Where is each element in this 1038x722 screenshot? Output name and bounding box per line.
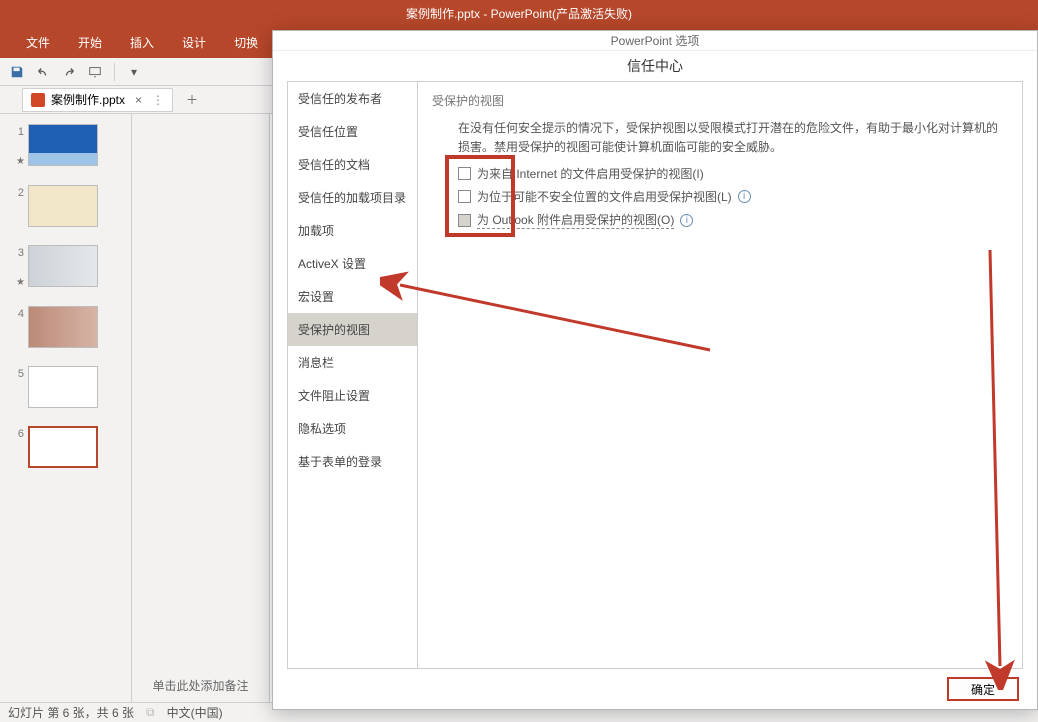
- save-icon[interactable]: [6, 61, 28, 83]
- dialog-content: 受保护的视图 在没有任何安全提示的情况下，受保护视图以受限模式打开潜在的危险文件…: [418, 82, 1022, 668]
- tab-transition[interactable]: 切换: [220, 28, 272, 58]
- info-icon[interactable]: i: [680, 214, 693, 227]
- nav-item[interactable]: 文件阻止设置: [288, 379, 417, 412]
- notes-placeholder: 单击此处添加备注: [152, 677, 248, 694]
- checkbox[interactable]: [458, 167, 471, 180]
- checkbox-row[interactable]: 为 Outlook 附件启用受保护的视图(O) i: [458, 211, 1008, 229]
- slide-thumbnail[interactable]: [28, 426, 98, 468]
- thumb-star-icon: [16, 440, 24, 458]
- thumb-star-icon: [16, 320, 24, 338]
- thumb-number: 2: [8, 185, 24, 199]
- dialog-body: 受信任的发布者受信任位置受信任的文档受信任的加载项目录加载项ActiveX 设置…: [287, 81, 1023, 669]
- ok-button[interactable]: 确定: [947, 677, 1019, 701]
- slide-thumbnail[interactable]: [28, 245, 98, 287]
- thumb-row[interactable]: 5: [0, 362, 131, 422]
- dialog-footer: 确定: [273, 669, 1037, 709]
- redo-icon[interactable]: [58, 61, 80, 83]
- thumb-number: 1: [8, 124, 24, 138]
- document-tab-label: 案例制作.pptx: [51, 91, 125, 108]
- dialog-title: 信任中心: [273, 51, 1037, 81]
- document-tab[interactable]: 案例制作.pptx × ⋮: [22, 88, 173, 112]
- slide-thumbnails-panel: 1★23★456: [0, 114, 132, 702]
- slide-counter: 幻灯片 第 6 张，共 6 张: [8, 704, 134, 721]
- checkbox-row[interactable]: 为来自 Internet 的文件启用受保护的视图(I): [458, 165, 1008, 182]
- checkbox[interactable]: [458, 214, 471, 227]
- slide-thumbnail[interactable]: [28, 185, 98, 227]
- nav-item[interactable]: 消息栏: [288, 346, 417, 379]
- notes-pane[interactable]: 单击此处添加备注: [132, 114, 270, 702]
- thumb-row[interactable]: 4: [0, 302, 131, 362]
- thumb-row[interactable]: 2: [0, 181, 131, 241]
- slide-thumbnail[interactable]: [28, 366, 98, 408]
- thumb-star-icon: [16, 380, 24, 398]
- thumb-row[interactable]: 1★: [0, 120, 131, 181]
- slide-thumbnail[interactable]: [28, 306, 98, 348]
- nav-item[interactable]: 受信任的加载项目录: [288, 181, 417, 214]
- thumb-number: 3: [8, 245, 24, 259]
- section-heading: 受保护的视图: [432, 92, 1008, 109]
- thumb-row[interactable]: 6: [0, 422, 131, 482]
- checkbox-row[interactable]: 为位于可能不安全位置的文件启用受保护视图(L) i: [458, 188, 1008, 205]
- checkbox[interactable]: [458, 190, 471, 203]
- dialog-window-title: PowerPoint 选项: [273, 31, 1037, 51]
- nav-item[interactable]: ActiveX 设置: [288, 247, 417, 280]
- thumb-row[interactable]: 3★: [0, 241, 131, 302]
- pptx-icon: [31, 93, 45, 107]
- close-tab-icon[interactable]: ×: [131, 93, 146, 107]
- nav-item[interactable]: 宏设置: [288, 280, 417, 313]
- thumb-number: 6: [8, 426, 24, 440]
- thumb-number: 4: [8, 306, 24, 320]
- nav-item[interactable]: 受保护的视图: [288, 313, 417, 346]
- nav-item[interactable]: 隐私选项: [288, 412, 417, 445]
- checkbox-label: 为 Outlook 附件启用受保护的视图(O): [477, 211, 674, 229]
- status-separator: ⧉: [146, 705, 155, 720]
- tab-home[interactable]: 开始: [64, 28, 116, 58]
- tab-insert[interactable]: 插入: [116, 28, 168, 58]
- thumb-number: 5: [8, 366, 24, 380]
- section-description: 在没有任何安全提示的情况下，受保护视图以受限模式打开潜在的危险文件，有助于最小化…: [458, 119, 1008, 157]
- app-titlebar: 案例制作.pptx - PowerPoint(产品激活失败): [0, 0, 1038, 28]
- tab-design[interactable]: 设计: [168, 28, 220, 58]
- nav-item[interactable]: 基于表单的登录: [288, 445, 417, 478]
- language-indicator[interactable]: 中文(中国): [167, 704, 223, 721]
- nav-item[interactable]: 受信任位置: [288, 115, 417, 148]
- thumb-star-icon: [16, 199, 24, 217]
- info-icon[interactable]: i: [738, 190, 751, 203]
- nav-item[interactable]: 加载项: [288, 214, 417, 247]
- dialog-nav: 受信任的发布者受信任位置受信任的文档受信任的加载项目录加载项ActiveX 设置…: [288, 82, 418, 668]
- start-slideshow-icon[interactable]: [84, 61, 106, 83]
- qat-separator: [114, 63, 115, 81]
- nav-item[interactable]: 受信任的发布者: [288, 82, 417, 115]
- slide-thumbnail[interactable]: [28, 124, 98, 166]
- tab-file[interactable]: 文件: [12, 28, 64, 58]
- nav-item[interactable]: 受信任的文档: [288, 148, 417, 181]
- thumb-star-icon: ★: [16, 138, 24, 167]
- thumb-star-icon: ★: [16, 259, 24, 288]
- checkbox-label: 为来自 Internet 的文件启用受保护的视图(I): [477, 165, 704, 182]
- trust-center-dialog: PowerPoint 选项 信任中心 受信任的发布者受信任位置受信任的文档受信任…: [272, 30, 1038, 710]
- new-tab-button[interactable]: ＋: [181, 89, 203, 111]
- checkbox-label: 为位于可能不安全位置的文件启用受保护视图(L): [477, 188, 732, 205]
- undo-icon[interactable]: [32, 61, 54, 83]
- qat-customize-icon[interactable]: ▾: [123, 61, 145, 83]
